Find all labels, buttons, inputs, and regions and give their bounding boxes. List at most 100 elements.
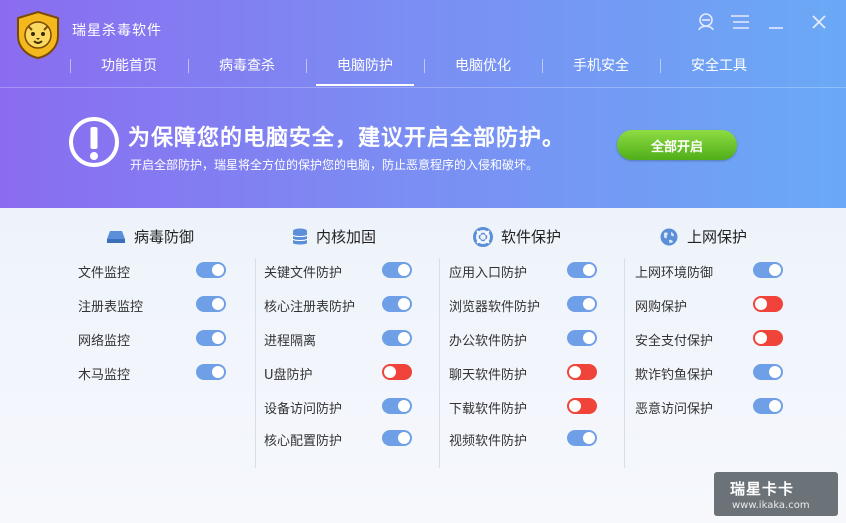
toggle-knob: [583, 298, 595, 310]
tab-security-tools[interactable]: 安全工具: [660, 52, 778, 80]
globe-icon: [660, 228, 678, 245]
setting-row: 网购保护: [635, 294, 795, 315]
menu-icon[interactable]: [729, 10, 753, 34]
setting-label: 欺诈钓鱼保护: [635, 368, 714, 383]
toggle-switch[interactable]: [382, 430, 412, 446]
setting-row: 核心配置防护: [264, 428, 424, 449]
toggle-knob: [769, 264, 781, 276]
column-header: 上网保护: [659, 226, 747, 247]
setting-label: 进程隔离: [264, 334, 317, 349]
setting-row: 恶意访问保护: [635, 396, 795, 417]
setting-row: 应用入口防护: [449, 260, 609, 281]
setting-label: 注册表监控: [78, 300, 144, 315]
setting-row: 上网环境防御: [635, 260, 795, 281]
toggle-switch[interactable]: [382, 364, 412, 380]
column-divider: [624, 258, 625, 468]
close-icon[interactable]: [807, 10, 831, 34]
toggle-knob: [769, 400, 781, 412]
nav-divider: [424, 59, 425, 73]
column-software-protection: 软件保护 应用入口防护 浏览器软件防护 办公软件防护 聊天软件防护 下载软件防护…: [449, 208, 619, 468]
app-window: 瑞星杀毒软件 功能首页 病毒查杀 电脑防护 电脑优化 手机安全 安全工具 为保障…: [0, 0, 846, 523]
tab-home[interactable]: 功能首页: [70, 52, 188, 80]
tab-label: 功能首页: [101, 58, 157, 74]
enable-all-button[interactable]: 全部开启: [617, 130, 737, 160]
toggle-switch[interactable]: [567, 330, 597, 346]
nav-divider-line: [0, 87, 846, 88]
column-virus-defense: 病毒防御 文件监控 注册表监控 网络监控 木马监控: [78, 208, 248, 468]
column-header: 病毒防御: [106, 226, 194, 247]
toggle-switch[interactable]: [567, 398, 597, 414]
toggle-switch[interactable]: [567, 296, 597, 312]
tab-label: 手机安全: [573, 58, 629, 74]
toggle-switch[interactable]: [196, 296, 226, 312]
setting-row: 网络监控: [78, 328, 238, 349]
setting-label: 木马监控: [78, 368, 131, 383]
toggle-knob: [398, 332, 410, 344]
tab-label: 病毒查杀: [219, 58, 275, 74]
toggle-switch[interactable]: [382, 296, 412, 312]
toggle-knob: [398, 432, 410, 444]
toggle-switch[interactable]: [567, 262, 597, 278]
setting-row: 设备访问防护: [264, 396, 424, 417]
main-nav: 功能首页 病毒查杀 电脑防护 电脑优化 手机安全 安全工具: [70, 52, 790, 86]
toggle-switch[interactable]: [753, 364, 783, 380]
setting-row: 核心注册表防护: [264, 294, 424, 315]
column-title: 内核加固: [316, 228, 377, 246]
column-title: 上网保护: [687, 228, 748, 246]
toggle-knob: [212, 298, 224, 310]
setting-row: 木马监控: [78, 362, 238, 383]
column-header: 内核加固: [292, 226, 376, 247]
toggle-knob: [755, 332, 767, 344]
toggle-switch[interactable]: [753, 330, 783, 346]
tab-pc-optimize[interactable]: 电脑优化: [424, 52, 542, 80]
column-kernel-hardening: 内核加固 关键文件防护 核心注册表防护 进程隔离 U盘防护 设备访问防护 核心配…: [264, 208, 434, 468]
user-account-icon[interactable]: [694, 10, 718, 34]
toggle-knob: [569, 366, 581, 378]
toggle-switch[interactable]: [382, 262, 412, 278]
toggle-switch[interactable]: [196, 364, 226, 380]
watermark-title: 瑞星卡卡: [730, 480, 795, 498]
toggle-knob: [398, 298, 410, 310]
toggle-switch[interactable]: [196, 330, 226, 346]
lion-logo-icon: [17, 10, 59, 60]
setting-label: 文件监控: [78, 266, 131, 281]
nav-divider: [306, 59, 307, 73]
column-header: 软件保护: [473, 226, 561, 247]
toggle-knob: [583, 432, 595, 444]
setting-row: U盘防护: [264, 362, 424, 383]
column-divider: [255, 258, 256, 468]
nav-divider: [70, 59, 71, 73]
nav-divider: [542, 59, 543, 73]
setting-label: 关键文件防护: [264, 266, 343, 281]
tab-virus-scan[interactable]: 病毒查杀: [188, 52, 306, 80]
setting-label: 办公软件防护: [449, 334, 528, 349]
toggle-switch[interactable]: [382, 398, 412, 414]
toggle-knob: [769, 366, 781, 378]
tab-pc-protection[interactable]: 电脑防护: [306, 52, 424, 86]
column-title: 软件保护: [501, 228, 562, 246]
toggle-switch[interactable]: [753, 398, 783, 414]
toggle-switch[interactable]: [753, 296, 783, 312]
setting-label: 核心注册表防护: [264, 300, 356, 315]
watermark-url: www.ikaka.com: [732, 500, 810, 511]
column-divider: [439, 258, 440, 468]
tab-mobile-security[interactable]: 手机安全: [542, 52, 660, 80]
setting-row: 安全支付保护: [635, 328, 795, 349]
setting-label: 聊天软件防护: [449, 368, 528, 383]
toggle-switch[interactable]: [567, 430, 597, 446]
minimize-icon[interactable]: [764, 10, 788, 34]
tab-label: 电脑防护: [337, 58, 393, 74]
setting-row: 关键文件防护: [264, 260, 424, 281]
setting-row: 聊天软件防护: [449, 362, 609, 383]
toggle-switch[interactable]: [753, 262, 783, 278]
toggle-switch[interactable]: [196, 262, 226, 278]
toggle-switch[interactable]: [382, 330, 412, 346]
setting-label: U盘防护: [264, 368, 313, 383]
toggle-switch[interactable]: [567, 364, 597, 380]
toggle-knob: [398, 400, 410, 412]
header-area: 瑞星杀毒软件 功能首页 病毒查杀 电脑防护 电脑优化 手机安全 安全工具 为保障…: [0, 0, 846, 208]
setting-label: 安全支付保护: [635, 334, 714, 349]
setting-label: 核心配置防护: [264, 434, 343, 449]
setting-row: 进程隔离: [264, 328, 424, 349]
setting-label: 网络监控: [78, 334, 131, 349]
